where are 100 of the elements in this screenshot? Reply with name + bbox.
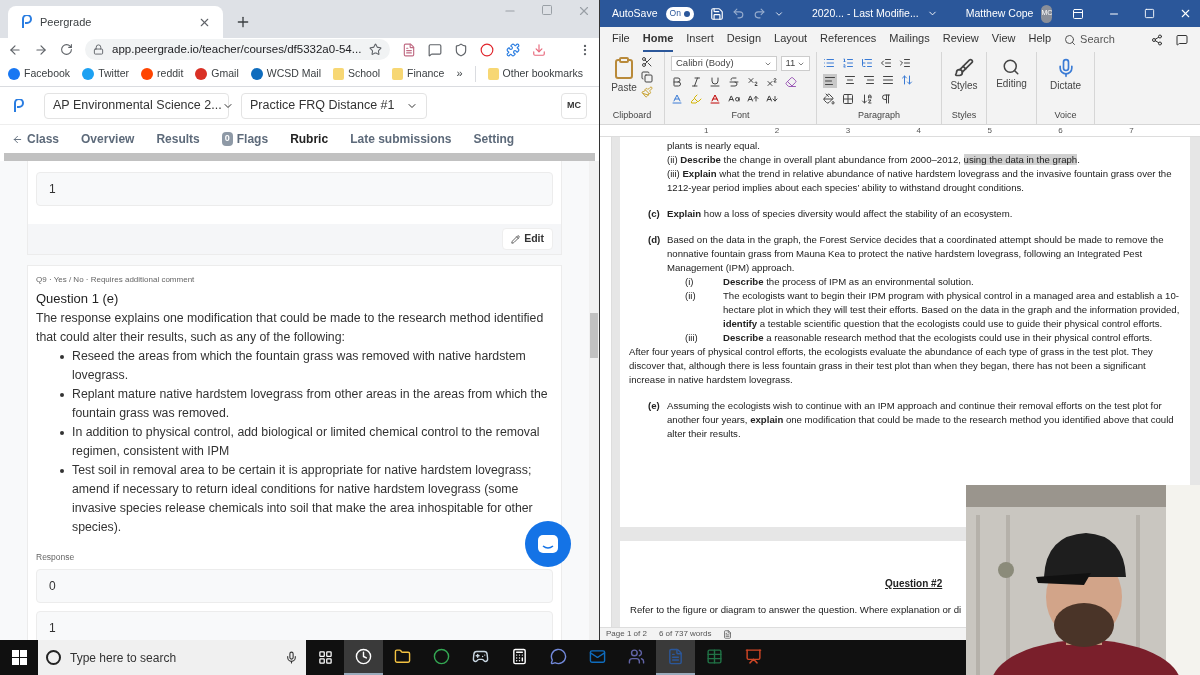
bookmark[interactable]: Finance: [392, 65, 445, 82]
nav-tab[interactable]: Overview: [81, 130, 135, 148]
extension-icon[interactable]: [428, 42, 443, 57]
document-title[interactable]: 2020... - Last Modifie...: [811, 5, 919, 22]
bookmark[interactable]: School: [333, 65, 381, 82]
bookmark-star-icon[interactable]: [369, 43, 383, 56]
nav-tab[interactable]: Class: [12, 130, 60, 148]
grow-font-icon[interactable]: [747, 93, 759, 105]
user-avatar[interactable]: MC: [561, 92, 587, 119]
extension-icon[interactable]: [480, 42, 495, 57]
editing-button[interactable]: Editing: [996, 58, 1027, 91]
taskbar-search-field[interactable]: Type here to search: [38, 640, 306, 675]
font-color-icon[interactable]: [709, 93, 721, 105]
horizontal-scrollbar[interactable]: [4, 153, 595, 161]
extension-icon[interactable]: [454, 42, 469, 57]
windows-start-icon[interactable]: [11, 650, 27, 665]
shrink-font-icon[interactable]: [766, 93, 778, 105]
ribbon-tab[interactable]: View: [991, 27, 1016, 52]
share-icon[interactable]: [1151, 33, 1163, 46]
justify-icon[interactable]: [882, 74, 894, 86]
bullets-icon[interactable]: [823, 57, 835, 69]
document-paragraph: Describe a reasonable research method that the ecologists could use in their physical control efforts.: [723, 331, 1153, 345]
option-box[interactable]: 1: [36, 611, 553, 640]
reload-icon[interactable]: [60, 43, 73, 56]
forward-icon[interactable]: [34, 42, 48, 57]
item-label: (e): [648, 399, 661, 413]
borders-icon[interactable]: [842, 93, 854, 105]
document-paragraph: (ii) Describe the change in overall plant abundance from 2000–2012, using the data in the graph.: [666, 153, 1081, 167]
other-bookmarks[interactable]: Other bookmarks: [487, 65, 584, 82]
scrollbar-thumb[interactable]: [590, 313, 598, 358]
extension-icon[interactable]: [402, 42, 417, 57]
bookmark[interactable]: Gmail: [195, 65, 239, 82]
taskbar-app[interactable]: [344, 640, 383, 675]
url-text: app.peergrade.io/teacher/courses/df5332a0-54...: [112, 41, 362, 57]
item-label: (d): [648, 233, 662, 247]
multilevel-list-icon[interactable]: [861, 57, 873, 69]
nav-tab[interactable]: 0 Flags: [221, 130, 269, 148]
edit-button[interactable]: Edit: [502, 228, 553, 250]
subscript-icon[interactable]: [747, 76, 759, 88]
bullet-icon: [60, 468, 64, 473]
ribbon-tab[interactable]: Review: [942, 27, 979, 52]
change-case-icon[interactable]: [728, 93, 740, 105]
nav-tab[interactable]: Rubric: [290, 130, 329, 148]
more-bookmarks-button[interactable]: »: [456, 65, 463, 82]
bookmark[interactable]: Facebook: [8, 65, 71, 82]
save-icon[interactable]: [709, 6, 724, 21]
document-paragraph: plants is nearly equal.: [666, 139, 761, 153]
pilcrow-icon[interactable]: [880, 93, 892, 105]
address-bar[interactable]: app.peergrade.io/teacher/courses/df5332a0-54...: [85, 39, 391, 60]
search-icon: [1002, 58, 1021, 76]
task-view-icon[interactable]: [317, 650, 333, 665]
increase-indent-icon[interactable]: [899, 57, 911, 69]
decrease-indent-icon[interactable]: [880, 57, 892, 69]
extension-icon[interactable]: [532, 42, 547, 57]
autosave-toggle[interactable]: On: [665, 6, 694, 21]
ribbon-tab[interactable]: Mailings: [889, 27, 930, 52]
italic-icon[interactable]: [690, 76, 702, 88]
extension-icon[interactable]: [506, 42, 521, 57]
paste-button[interactable]: Paste: [611, 56, 637, 98]
ribbon-display-icon[interactable]: [1072, 7, 1085, 20]
back-icon[interactable]: [8, 42, 22, 57]
font-size-field[interactable]: 11: [780, 56, 810, 71]
cut-icon[interactable]: [640, 56, 653, 68]
copy-icon[interactable]: [640, 71, 653, 83]
align-left-button[interactable]: [823, 74, 837, 88]
search-box[interactable]: Search: [1064, 31, 1115, 48]
bookmark[interactable]: WCSD Mail: [250, 65, 321, 82]
ruler-number: 2: [774, 124, 781, 137]
option-box[interactable]: 0: [36, 569, 553, 604]
line-spacing-icon[interactable]: [901, 74, 913, 86]
ribbon-tab[interactable]: Help: [1028, 27, 1052, 52]
dictate-button[interactable]: Dictate: [1049, 58, 1082, 93]
styles-button[interactable]: Styles: [950, 58, 978, 93]
comments-icon[interactable]: [1176, 33, 1188, 46]
ribbon-tab[interactable]: Layout: [774, 27, 808, 52]
bookmark[interactable]: Twitter: [82, 65, 130, 82]
superscript-icon[interactable]: [766, 76, 778, 88]
bold-icon[interactable]: [671, 76, 683, 88]
nav-tab[interactable]: Late submissions: [350, 130, 452, 148]
shading-icon[interactable]: [823, 93, 835, 105]
course-dropdown[interactable]: AP Environmental Science 2...: [44, 92, 229, 119]
numbering-icon[interactable]: [842, 57, 854, 69]
assignment-dropdown[interactable]: Practice FRQ Distance #1: [241, 92, 427, 119]
new-tab-icon[interactable]: [235, 14, 251, 30]
text-effects-icon[interactable]: [671, 93, 683, 105]
ribbon-tab[interactable]: References: [820, 27, 877, 52]
nav-tab[interactable]: Results: [156, 130, 200, 148]
sort-icon[interactable]: [861, 93, 873, 105]
nav-tab[interactable]: Setting: [473, 130, 515, 148]
font-name-field[interactable]: Calibri (Body): [671, 56, 777, 71]
strikethrough-icon[interactable]: [728, 76, 740, 88]
underline-icon[interactable]: [709, 76, 721, 88]
bookmark[interactable]: reddit: [141, 65, 184, 82]
align-right-icon[interactable]: [863, 74, 875, 86]
browser-tab[interactable]: Peergrade: [8, 6, 223, 38]
ribbon-tab[interactable]: Insert: [686, 27, 714, 52]
ribbon-tab[interactable]: File: [612, 27, 630, 52]
align-center-icon[interactable]: [844, 74, 856, 86]
ribbon-tab[interactable]: Design: [726, 27, 762, 52]
clear-formatting-icon[interactable]: [785, 76, 797, 88]
